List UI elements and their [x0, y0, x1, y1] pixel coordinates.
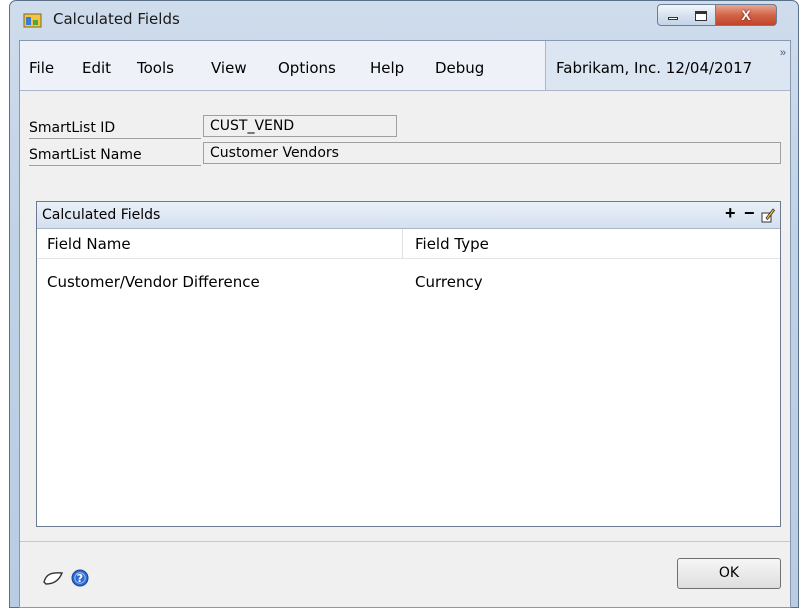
minimize-button[interactable] — [657, 4, 687, 26]
title-bar[interactable]: Calculated Fields X — [10, 1, 798, 41]
maximize-button[interactable] — [686, 4, 716, 26]
menu-options[interactable]: Options — [278, 59, 336, 77]
menu-help[interactable]: Help — [370, 59, 404, 77]
menu-file[interactable]: File — [29, 59, 54, 77]
add-icon[interactable]: + — [725, 203, 736, 224]
smartlist-name-label: SmartList Name — [29, 147, 142, 163]
note-icon[interactable] — [42, 570, 64, 586]
minimize-icon — [668, 17, 678, 20]
ok-button[interactable]: OK — [677, 558, 781, 589]
table-row[interactable]: Customer/Vendor Difference Currency — [37, 264, 780, 292]
smartlist-name-field[interactable]: Customer Vendors — [203, 142, 781, 164]
edit-icon[interactable] — [761, 207, 775, 223]
smartlist-id-field[interactable]: CUST_VEND — [203, 115, 397, 137]
close-icon: X — [741, 7, 751, 23]
cell-field-type: Currency — [415, 273, 483, 291]
smartlist-id-label: SmartList ID — [29, 120, 116, 136]
close-button[interactable]: X — [715, 4, 777, 26]
svg-text:?: ? — [77, 572, 83, 585]
help-icon[interactable]: ? — [71, 569, 89, 587]
remove-icon[interactable]: − — [744, 203, 755, 224]
column-header-field-name[interactable]: Field Name — [47, 235, 131, 253]
window-app-icon — [23, 13, 42, 28]
calculated-fields-grid: Calculated Fields + − Field Name Field T… — [36, 201, 781, 527]
window-title: Calculated Fields — [53, 10, 180, 28]
menu-debug[interactable]: Debug — [435, 59, 484, 77]
menu-edit[interactable]: Edit — [82, 59, 111, 77]
grid-title: Calculated Fields — [42, 207, 161, 223]
company-date-panel: Fabrikam, Inc. 12/04/2017 » — [545, 41, 790, 90]
grid-title-bar: Calculated Fields + − — [37, 202, 780, 229]
chevron-right-icon[interactable]: » — [780, 47, 786, 59]
grid-header: Field Name Field Type — [37, 229, 780, 259]
company-date: Fabrikam, Inc. 12/04/2017 — [556, 59, 753, 77]
maximize-icon — [695, 11, 707, 21]
menu-bar: File Edit Tools View Options Help Debug … — [20, 41, 790, 91]
footer-divider — [20, 541, 790, 542]
dialog-client-area: File Edit Tools View Options Help Debug … — [19, 40, 791, 608]
divider — [29, 138, 201, 139]
column-header-field-type[interactable]: Field Type — [415, 235, 489, 253]
cell-field-name: Customer/Vendor Difference — [47, 273, 260, 291]
column-divider[interactable] — [402, 229, 403, 259]
divider — [29, 165, 201, 166]
menu-tools[interactable]: Tools — [137, 59, 174, 77]
menu-view[interactable]: View — [211, 59, 247, 77]
